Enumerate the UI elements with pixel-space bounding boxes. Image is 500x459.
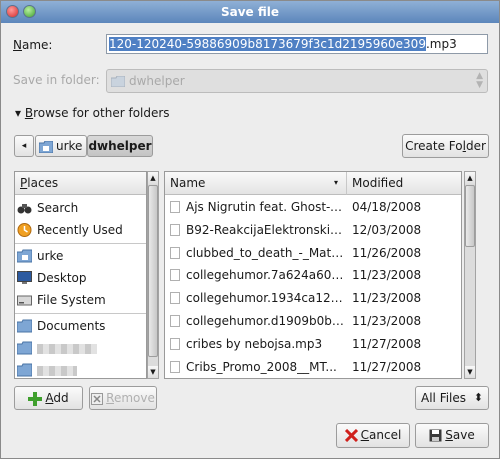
places-separator (15, 313, 146, 314)
file-name: collegehumor.7a624a605... (186, 268, 344, 283)
file-row[interactable]: clubbed_to_death_-_Matri... 11/26/2008 (165, 242, 461, 265)
files-pane: Name ▾ Modified Ajs Nigrutin feat. Ghost… (164, 171, 462, 379)
file-modified: 11/23/2008 (352, 291, 422, 306)
save-in-folder-label: Save in folder: (13, 73, 100, 87)
harddisk-icon (17, 295, 32, 306)
document-icon (170, 269, 180, 282)
combo-arrows-icon: ▲ ▼ (476, 71, 483, 90)
path-crumb-urke[interactable]: urke (35, 135, 87, 157)
places-header[interactable]: Places (15, 172, 146, 195)
scroll-down-icon[interactable]: ▼ (148, 366, 158, 378)
place-bookmark-hidden[interactable] (15, 359, 146, 381)
places-scroll-thumb[interactable] (148, 185, 158, 357)
scroll-up-icon[interactable]: ▲ (465, 172, 475, 184)
browse-other-folders-expander[interactable]: ▾ Browse for other folders (15, 106, 170, 120)
document-icon (170, 315, 180, 327)
file-name: Cribs_Promo_2008__MT... (186, 359, 337, 374)
document-icon (170, 337, 180, 350)
file-name: B92-ReakcijaElektronskiZl... (186, 222, 344, 237)
remove-icon (91, 392, 104, 405)
file-modified: 11/27/2008 (352, 359, 422, 374)
column-header-name[interactable]: Name ▾ (165, 172, 347, 195)
file-row[interactable]: B92-ReakcijaElektronskiZl... 12/03/2008 (165, 219, 461, 242)
save-button[interactable]: Save (415, 423, 489, 448)
files-scrollbar[interactable]: ▲ ▼ (464, 171, 476, 379)
window-title: Save file (220, 5, 280, 19)
create-folder-button[interactable]: Create Folder (402, 134, 489, 158)
home-folder-icon (39, 140, 53, 153)
floppy-disk-icon (429, 429, 442, 442)
sort-arrow-icon: ▾ (333, 178, 338, 187)
scroll-up-icon[interactable]: ▲ (148, 172, 158, 184)
file-row[interactable]: collegehumor.7a624a605... 11/23/2008 (165, 264, 461, 287)
document-icon (170, 292, 180, 305)
plus-icon (28, 391, 43, 406)
maximize-window-button[interactable] (23, 5, 36, 18)
place-search[interactable]: Search (15, 197, 146, 219)
home-folder-icon (17, 249, 32, 263)
places-scrollbar[interactable]: ▲ ▼ (147, 171, 159, 379)
name-label: Name: (13, 38, 53, 52)
place-urke[interactable]: urke (15, 245, 146, 267)
arrow-left-icon: ◂ (21, 141, 27, 151)
place-desktop[interactable]: Desktop (15, 267, 146, 289)
folder-icon (17, 341, 32, 355)
file-modified: 12/03/2008 (352, 222, 422, 237)
obscured-label (37, 365, 77, 376)
file-modified: 04/18/2008 (352, 200, 422, 214)
file-row[interactable]: cribes by nebojsa.mp3 11/27/2008 (165, 333, 461, 356)
combo-arrows-icon: ⬍ (473, 391, 483, 404)
save-in-folder-combo: dwhelper ▲ ▼ (106, 69, 488, 93)
file-name: collegehumor.d1909b0be... (186, 314, 344, 328)
file-row[interactable]: Cribs_Promo_2008__MT... 11/27/2008 (165, 356, 461, 379)
places-pane: Places Search Recently Used urke Desktop… (14, 171, 147, 379)
document-icon (170, 201, 180, 213)
file-modified: 11/23/2008 (352, 268, 422, 283)
file-name: collegehumor.1934ca127... (186, 291, 344, 306)
file-name-input[interactable]: 120-120240-59886909b8173679f3c1d2195960e… (106, 34, 488, 54)
document-icon (170, 246, 180, 259)
path-crumb-dwhelper[interactable]: dwhelper (87, 135, 153, 157)
folder-icon (17, 319, 32, 333)
folder-icon (17, 363, 32, 377)
places-separator (15, 243, 146, 244)
title-bar: Save file (1, 1, 499, 23)
place-bookmark-hidden[interactable] (15, 337, 146, 359)
file-modified: 11/23/2008 (352, 314, 422, 328)
place-documents[interactable]: Documents (15, 315, 146, 337)
save-in-folder-value: dwhelper (129, 74, 185, 88)
path-back-button[interactable]: ◂ (14, 135, 34, 157)
save-file-dialog: Save file Name: 120-120240-59886909b8173… (0, 0, 500, 459)
files-scroll-thumb[interactable] (465, 185, 475, 247)
place-recently-used[interactable]: Recently Used (15, 219, 146, 241)
expander-arrow-icon: ▾ (15, 106, 22, 120)
column-header-modified[interactable]: Modified (347, 172, 461, 195)
desktop-icon (17, 271, 32, 284)
recent-clock-icon (17, 223, 32, 237)
file-name: cribes by nebojsa.mp3 (186, 336, 323, 351)
file-row[interactable]: Ajs Nigrutin feat. Ghost-B... 04/18/2008 (165, 196, 461, 219)
obscured-label (37, 343, 97, 354)
add-bookmark-button[interactable]: Add (14, 386, 83, 410)
file-name-selected-text: 120-120240-59886909b8173679f3c1d2195960e… (109, 37, 426, 51)
file-modified: 11/26/2008 (352, 245, 422, 260)
file-name-extension: .mp3 (425, 37, 457, 51)
file-name: clubbed_to_death_-_Matri... (186, 245, 344, 260)
document-icon (170, 223, 180, 236)
document-icon (170, 360, 180, 373)
binoculars-icon (17, 204, 32, 214)
scroll-down-icon[interactable]: ▼ (465, 366, 475, 378)
file-name: Ajs Nigrutin feat. Ghost-B... (186, 200, 344, 214)
file-modified: 11/27/2008 (352, 336, 422, 351)
cancel-x-icon (344, 429, 358, 442)
cancel-button[interactable]: Cancel (336, 423, 410, 448)
file-row[interactable]: collegehumor.d1909b0be... 11/23/2008 (165, 310, 461, 333)
file-filter-combo[interactable]: All Files ⬍ (415, 386, 489, 410)
file-row[interactable]: collegehumor.1934ca127... 11/23/2008 (165, 287, 461, 310)
remove-bookmark-button[interactable]: Remove (89, 386, 157, 410)
close-window-button[interactable] (6, 5, 19, 18)
place-file-system[interactable]: File System (15, 289, 146, 311)
folder-icon (111, 76, 125, 87)
